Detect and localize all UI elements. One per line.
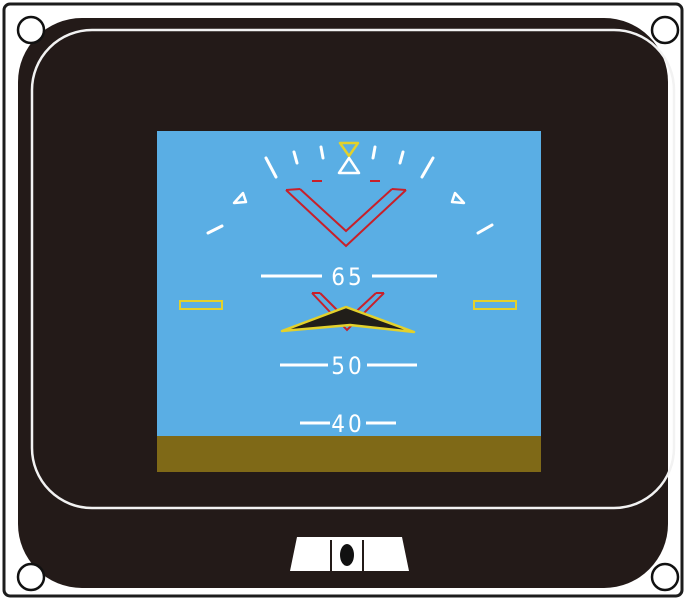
mounting-screw-icon — [16, 15, 46, 45]
pitch-label-65: 65 — [331, 263, 364, 291]
mounting-screw-icon — [16, 562, 46, 592]
attitude-display: 65 50 40 — [157, 131, 541, 472]
pitch-label-50: 50 — [331, 352, 364, 380]
bank-tick — [371, 145, 377, 160]
pitch-label-40: 40 — [331, 410, 364, 438]
bank-tick — [319, 145, 325, 160]
mounting-screw-icon — [650, 562, 680, 592]
knob-icon — [290, 537, 409, 571]
attitude-indicator: 65 50 40 — [2, 2, 684, 598]
ground-area — [157, 436, 541, 472]
mounting-screw-icon — [650, 15, 680, 45]
